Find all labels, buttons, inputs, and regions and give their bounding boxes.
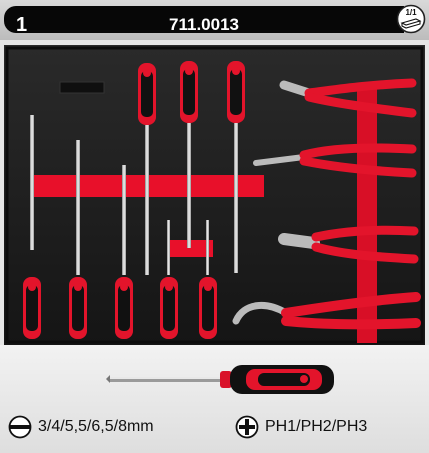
slotted-screwdriver-icon (8, 415, 32, 439)
product-code: 711.0013 (169, 15, 239, 34)
slotted-sizes: 3/4/5,5/6,5/8mm (38, 418, 154, 435)
phillips-screwdriver-icon (235, 415, 259, 439)
tool-tray-photo (4, 45, 425, 345)
screwdriver-illustration (106, 365, 334, 394)
phillips-spec: PH1/PH2/PH3 (235, 415, 367, 439)
page-badge-text: 1/1 (405, 8, 417, 17)
slotted-spec: 3/4/5,5/6,5/8mm (8, 415, 154, 439)
phillips-sizes: PH1/PH2/PH3 (265, 418, 368, 435)
header-bar: 1 711.0013 (4, 6, 404, 36)
page-badge-icon: 1/1 (396, 4, 426, 34)
header: 1 711.0013 1/1 (0, 0, 429, 40)
